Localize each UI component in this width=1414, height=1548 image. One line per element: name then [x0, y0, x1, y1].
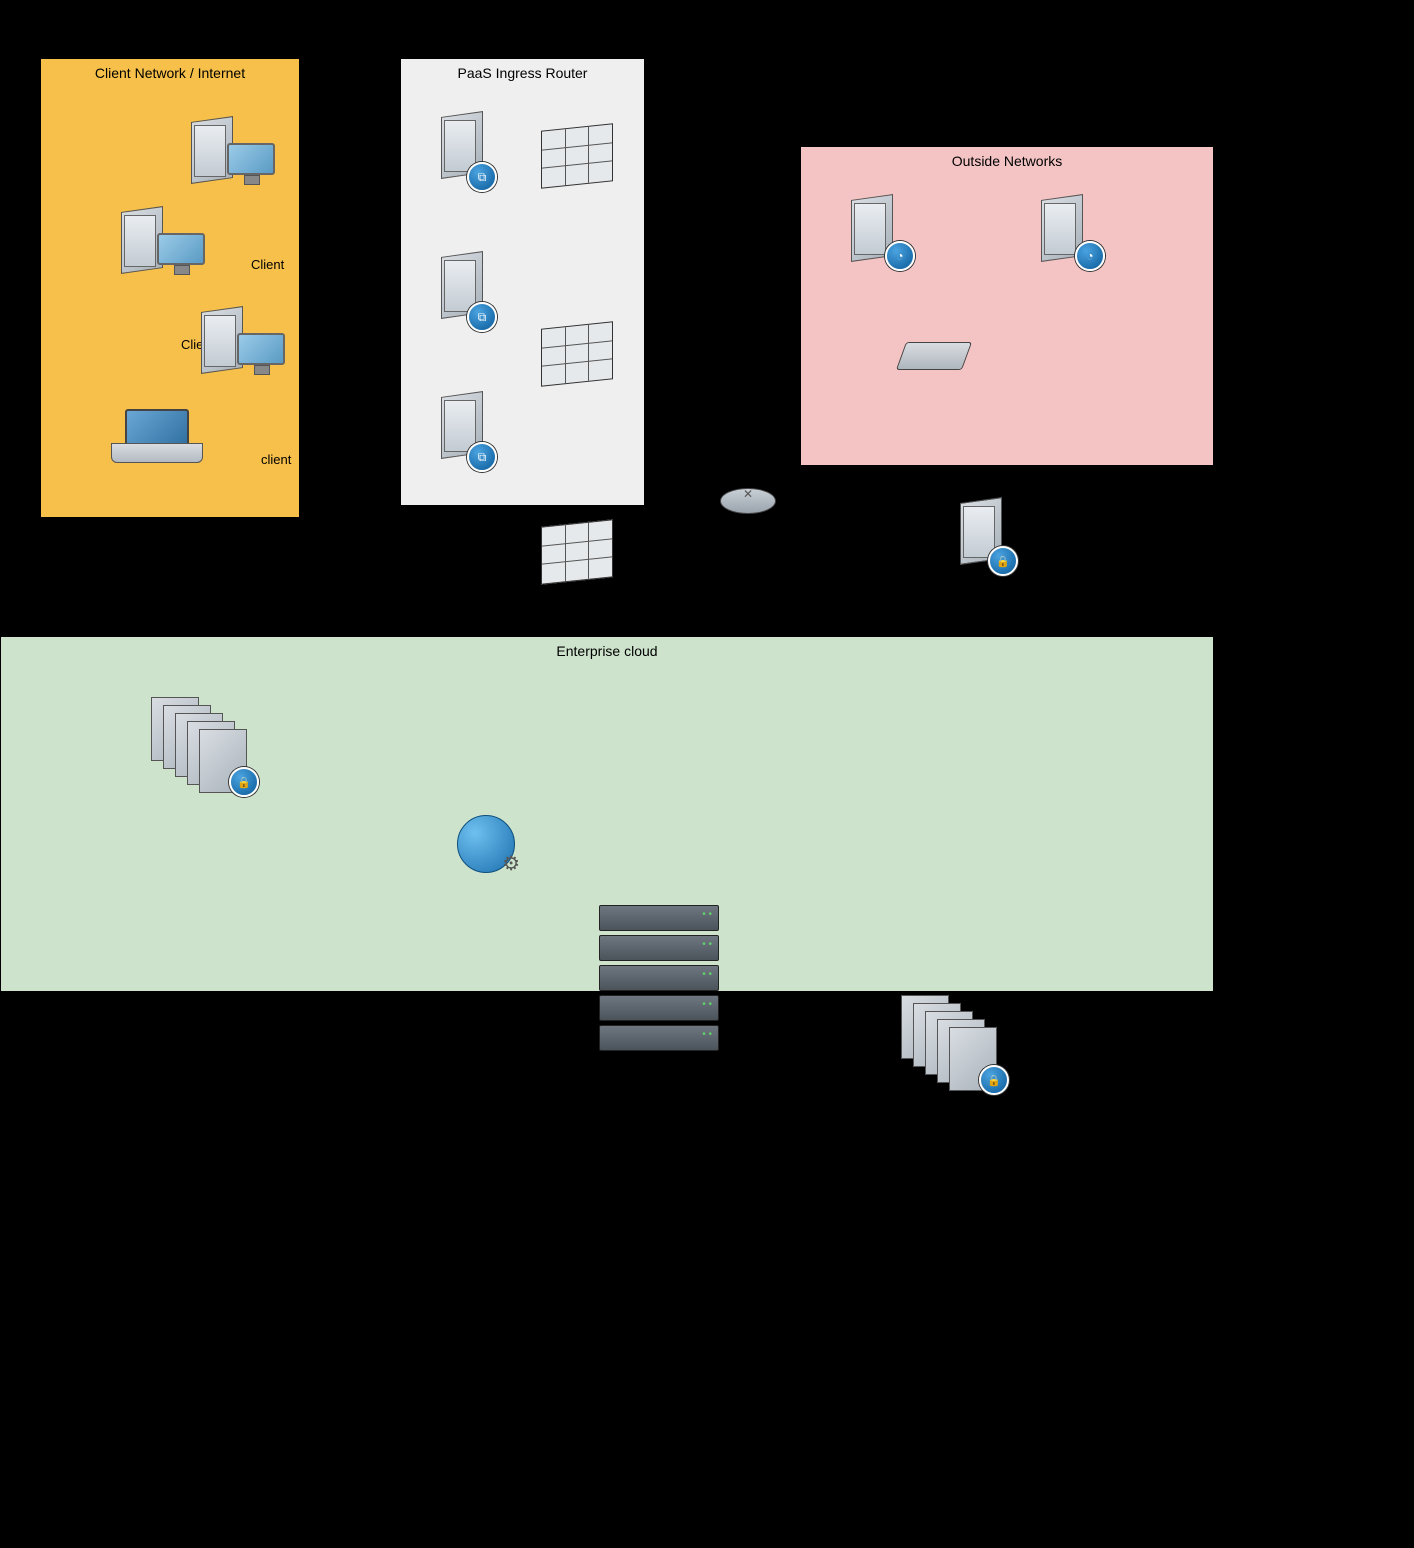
- client-4-label: Client: [176, 537, 209, 552]
- os-node-2d: OpenShift Node: [931, 1453, 1024, 1468]
- os-node-1d: OpenShift Node: [181, 1453, 274, 1468]
- network-switch: [896, 342, 972, 370]
- database-server: [851, 197, 905, 267]
- core-router: [720, 488, 776, 514]
- client-zone-title: Client Network / Internet: [41, 65, 299, 81]
- paas-ingress-router-zone: PaaS Ingress Router: [400, 58, 645, 506]
- lock-badge-icon: [979, 1065, 1009, 1095]
- web-service-icon: [457, 815, 515, 873]
- router-vm-3: [441, 394, 495, 464]
- lock-badge-icon: [988, 546, 1018, 576]
- host-server: [1041, 197, 1095, 267]
- client-laptop: [111, 409, 201, 469]
- dns-label: DNS: [649, 1533, 676, 1548]
- secure-server: [960, 500, 1014, 570]
- firewall-3: [541, 519, 613, 585]
- outside-networks-zone: Outside Networks DataBase Server Host: [800, 146, 1214, 466]
- client-3-label: client: [261, 452, 291, 467]
- dns-rack: [599, 905, 719, 1045]
- diagram-canvas: Client Network / Internet Client Client …: [0, 0, 1414, 1109]
- client-workstation-3: [201, 309, 255, 379]
- vm-badge-icon: [467, 162, 497, 192]
- vm-badge-icon: [467, 302, 497, 332]
- lock-badge-icon: [229, 767, 259, 797]
- web-service-label: Web service: [451, 1407, 522, 1422]
- client-network-zone: Client Network / Internet Client Client …: [40, 58, 300, 518]
- outside-zone-title: Outside Networks: [801, 153, 1213, 169]
- router-vm-2: [441, 254, 495, 324]
- client-1-label: Client: [251, 257, 284, 272]
- vm-badge-icon: [467, 442, 497, 472]
- openshift-node-group-right: [901, 995, 1011, 1095]
- router-vm-1: [441, 114, 495, 184]
- paas-zone-title: PaaS Ingress Router: [401, 65, 644, 81]
- firewall-2: [541, 321, 613, 387]
- enterprise-zone-title: Enterprise cloud: [1, 643, 1213, 659]
- client-workstation-1: [191, 119, 245, 189]
- database-badge-icon: [885, 241, 915, 271]
- openshift-node-group-left: [151, 697, 261, 797]
- client-workstation-2: [121, 209, 175, 279]
- firewall-1: [541, 123, 613, 189]
- host-badge-icon: [1075, 241, 1105, 271]
- enterprise-cloud-zone: Enterprise cloud OpenShift Node OpenShif…: [0, 636, 1214, 992]
